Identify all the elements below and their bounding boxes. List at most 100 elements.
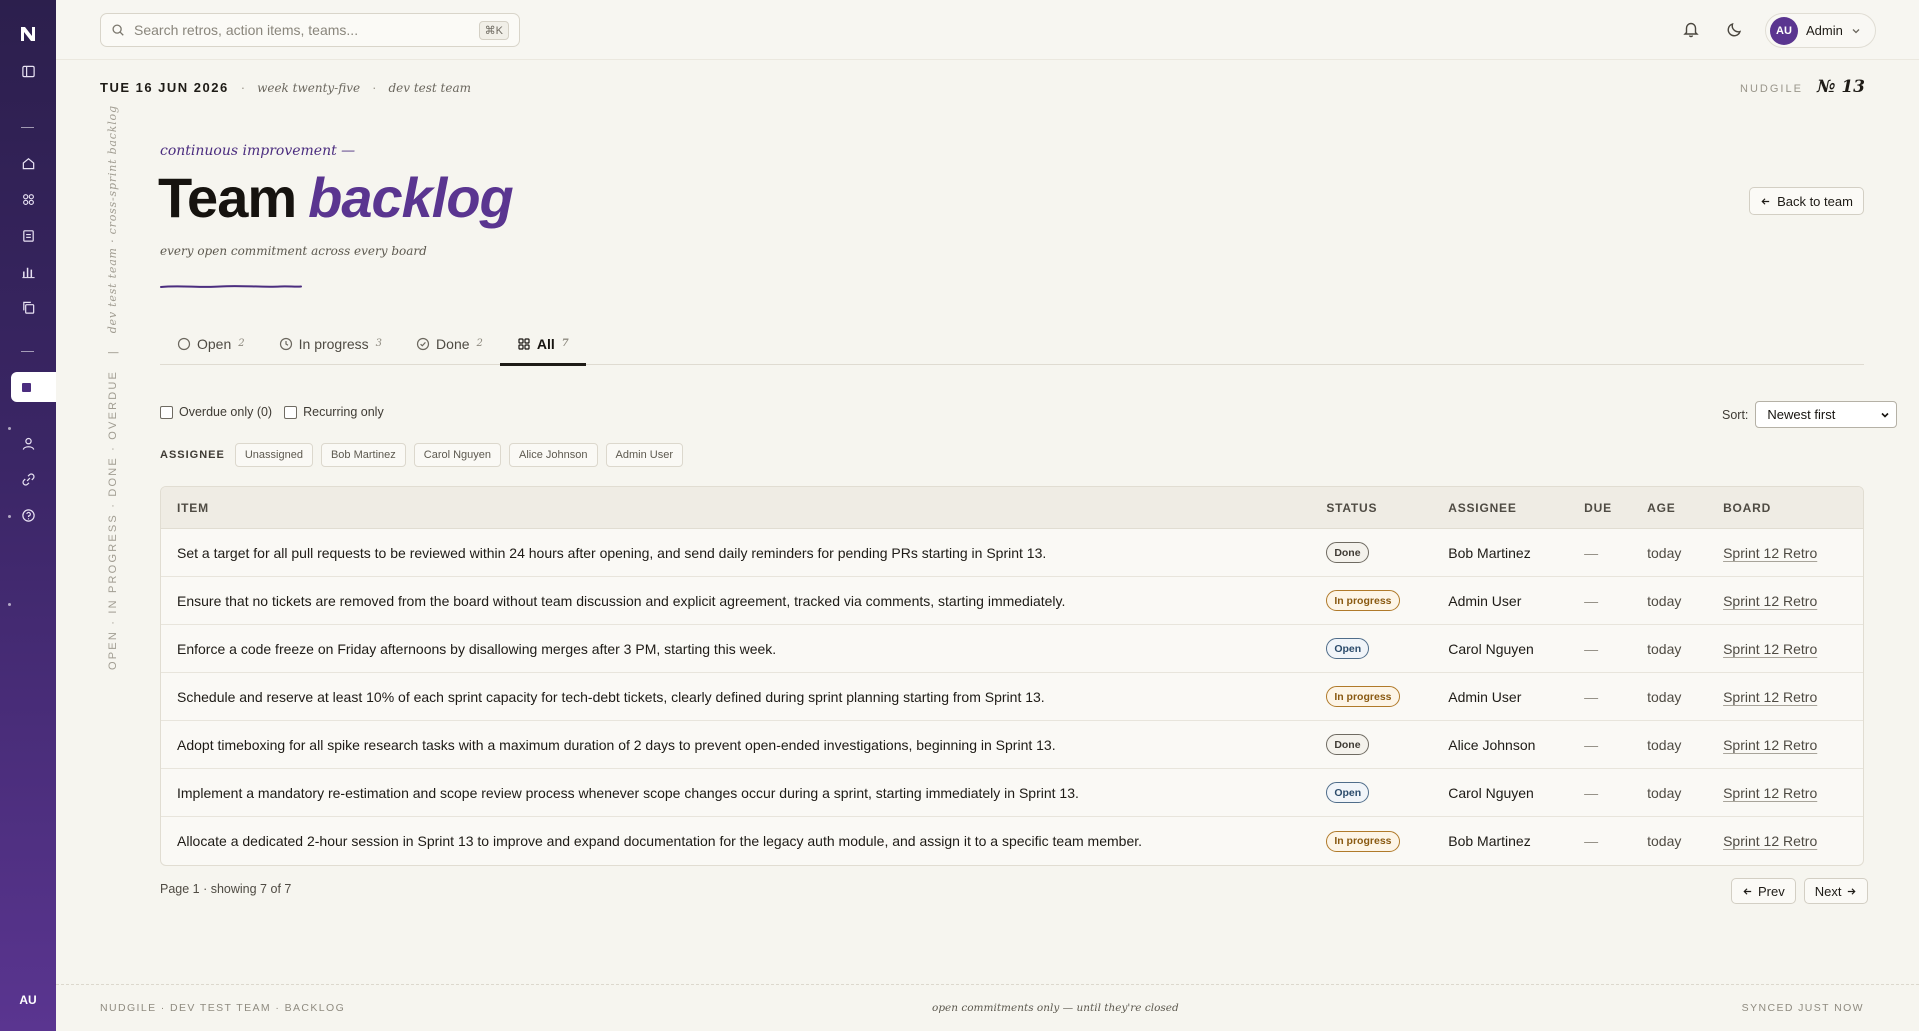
column-header-due[interactable]: DUE (1584, 501, 1647, 515)
sort-select[interactable]: Newest first (1755, 401, 1898, 428)
item-age: today (1647, 544, 1682, 561)
column-header-age[interactable]: AGE (1647, 501, 1723, 515)
footer: NUDGILE · DEV TEST TEAM · BACKLOG open c… (56, 984, 1919, 1031)
meta-row: TUE 16 JUN 2026 · week twenty-five · dev… (100, 80, 471, 95)
search-placeholder: Search retros, action items, teams... (134, 22, 359, 38)
bar-chart-icon[interactable] (19, 262, 37, 280)
table-row[interactable]: Schedule and reserve at least 10% of eac… (161, 673, 1863, 721)
pagination: Prev Next (1723, 878, 1869, 904)
user-name: Admin (1806, 23, 1843, 38)
item-age-cell: today (1647, 641, 1723, 657)
help-icon[interactable] (19, 506, 37, 524)
pagination-info: Page 1 · showing 7 of 7 (160, 882, 292, 896)
filter-row: Overdue only (0) Recurring only (160, 405, 396, 419)
assignee-chip-alice-johnson[interactable]: Alice Johnson (509, 443, 598, 467)
status-badge-cell: Done (1326, 734, 1448, 755)
item-text: Allocate a dedicated 2-hour session in S… (177, 833, 1143, 849)
column-header-board[interactable]: BOARD (1723, 501, 1863, 515)
user-icon[interactable] (19, 434, 37, 452)
assignee-chip-unassigned[interactable]: Unassigned (234, 443, 313, 467)
grid-icon[interactable] (19, 190, 37, 208)
status-badge-cell: In progress (1326, 830, 1448, 852)
table-row[interactable]: Enforce a code freeze on Friday afternoo… (161, 625, 1863, 673)
assignee-filter-label: ASSIGNEE (160, 449, 225, 461)
status-badge: Open (1326, 638, 1370, 659)
panel-toggle-icon[interactable] (19, 62, 37, 80)
status-badge: Done (1326, 734, 1369, 755)
board-link[interactable]: Sprint 12 Retro (1723, 593, 1817, 609)
next-page-button[interactable]: Next (1803, 878, 1869, 904)
board-link[interactable]: Sprint 12 Retro (1723, 833, 1817, 849)
status-badge: In progress (1326, 686, 1400, 707)
table-row[interactable]: Implement a mandatory re-estimation and … (161, 769, 1863, 817)
copy-icon[interactable] (19, 298, 37, 316)
due-date: — (1584, 544, 1599, 561)
top-bar: Search retros, action items, teams... ⌘K… (56, 0, 1919, 60)
home-icon[interactable] (19, 154, 37, 172)
board-link[interactable]: Sprint 12 Retro (1723, 545, 1817, 561)
tab-in-progress[interactable]: In progress 3 (262, 322, 399, 365)
item-text: Adopt timeboxing for all spike research … (177, 736, 1056, 753)
sidebar-divider (21, 127, 34, 128)
item-age: today (1647, 736, 1682, 753)
bell-icon[interactable] (1682, 20, 1700, 38)
status-badge-cell: In progress (1326, 590, 1448, 611)
status-tabs: Open 2 In progress 3 Done 2 All 7 (160, 322, 1864, 366)
footer-breadcrumb: NUDGILE · DEV TEST TEAM · BACKLOG (100, 1002, 346, 1014)
assignee-filter: ASSIGNEE Unassigned Bob Martinez Carol N… (160, 443, 691, 467)
column-header-status[interactable]: STATUS (1326, 501, 1448, 515)
table-row[interactable]: Set a target for all pull requests to be… (161, 529, 1863, 577)
link-icon[interactable] (19, 470, 37, 488)
tab-open[interactable]: Open 2 (160, 322, 262, 365)
dark-mode-icon[interactable] (1726, 20, 1744, 38)
sort-value: Newest first (1767, 407, 1836, 422)
recurring-only-checkbox[interactable]: Recurring only (284, 405, 384, 419)
chevron-down-icon (1881, 412, 1889, 418)
checkbox[interactable] (160, 405, 173, 419)
board-link-cell: Sprint 12 Retro (1723, 593, 1863, 609)
assignee-name-cell: Carol Nguyen (1448, 641, 1584, 657)
column-header-item[interactable]: ITEM (161, 501, 1326, 515)
checkbox[interactable] (284, 405, 298, 419)
prev-page-label: Prev (1758, 883, 1785, 899)
prev-page-button[interactable]: Prev (1731, 878, 1796, 904)
tab-count: 3 (375, 338, 383, 349)
assignee-chip-carol-nguyen[interactable]: Carol Nguyen (413, 443, 502, 467)
board-link[interactable]: Sprint 12 Retro (1723, 737, 1817, 753)
page-title-plain: Team (158, 166, 297, 229)
due-date-cell: — (1584, 593, 1647, 609)
status-badge-cell: Open (1326, 782, 1448, 803)
table-row[interactable]: Ensure that no tickets are removed from … (161, 577, 1863, 625)
board-link[interactable]: Sprint 12 Retro (1723, 641, 1817, 657)
tab-count: 2 (238, 338, 245, 349)
column-header-assignee[interactable]: ASSIGNEE (1448, 501, 1584, 515)
back-to-team-button[interactable]: Back to team (1749, 187, 1864, 215)
status-badge: Open (1326, 782, 1370, 803)
board-link-cell: Sprint 12 Retro (1723, 785, 1863, 801)
sidebar-avatar[interactable]: AU (13, 985, 43, 1015)
tab-done[interactable]: Done 2 (399, 322, 500, 365)
assignee-name: Alice Johnson (1448, 736, 1536, 753)
board-link[interactable]: Sprint 12 Retro (1723, 689, 1817, 705)
due-date: — (1584, 833, 1599, 849)
item-text: Ensure that no tickets are removed from … (177, 592, 1066, 609)
due-date-cell: — (1584, 833, 1647, 849)
assignee-name-cell: Bob Martinez (1448, 833, 1584, 849)
assignee-chip-admin-user[interactable]: Admin User (605, 443, 683, 467)
table-row[interactable]: Allocate a dedicated 2-hour session in S… (161, 817, 1863, 865)
board-link[interactable]: Sprint 12 Retro (1723, 785, 1817, 801)
overdue-only-checkbox[interactable]: Overdue only (0) (160, 405, 272, 419)
item-age-cell: today (1647, 785, 1723, 801)
logo-icon[interactable] (18, 24, 38, 44)
search-input[interactable]: Search retros, action items, teams... ⌘K (100, 13, 520, 47)
table-row[interactable]: Adopt timeboxing for all spike research … (161, 721, 1863, 769)
user-menu[interactable]: AU Admin (1765, 13, 1876, 48)
assignee-chip-bob-martinez[interactable]: Bob Martinez (320, 443, 406, 467)
clipboard-icon[interactable] (19, 226, 37, 244)
item-age: today (1647, 784, 1682, 801)
sidebar-item-backlog[interactable] (11, 372, 56, 402)
sidebar: AU (0, 0, 56, 1031)
sidebar-dot (8, 515, 11, 518)
tab-all[interactable]: All 7 (499, 322, 586, 366)
due-date: — (1584, 784, 1599, 801)
